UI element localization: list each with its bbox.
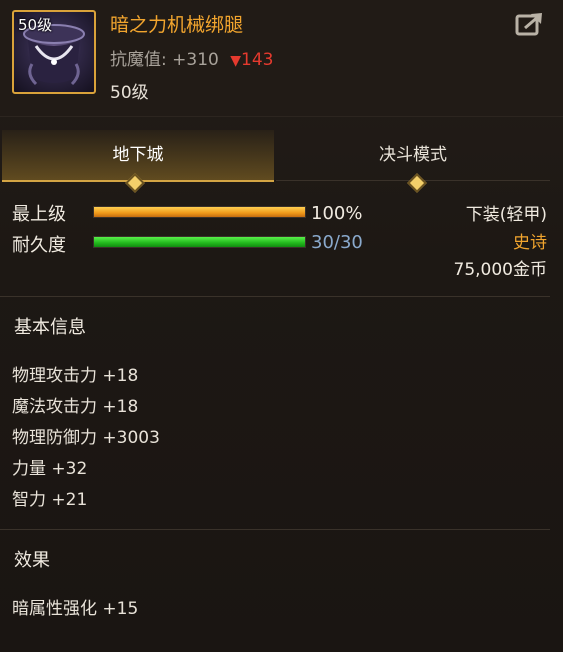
divider bbox=[0, 529, 550, 530]
share-icon bbox=[515, 13, 542, 36]
equip-rarity: 史诗 bbox=[513, 233, 547, 253]
effects-title: 效果 bbox=[14, 550, 50, 571]
down-arrow-icon: ▼ bbox=[230, 53, 242, 69]
resist-row: 抗魔值: +310 ▼143 bbox=[110, 45, 273, 70]
upgrade-bar-fill bbox=[94, 207, 305, 217]
divider bbox=[0, 296, 550, 297]
upgrade-label: 最上级 bbox=[12, 204, 66, 225]
share-button[interactable] bbox=[515, 10, 545, 38]
item-header: 50级 暗之力机械绑腿 抗魔值: +310 ▼143 50级 bbox=[0, 0, 563, 117]
attribute-line: 物理防御力 +3003 bbox=[12, 428, 160, 448]
durability-value: 30/30 bbox=[311, 232, 363, 253]
durability-bar bbox=[93, 236, 306, 248]
attribute-line: 魔法攻击力 +18 bbox=[12, 397, 139, 417]
resist-diff-value: 143 bbox=[241, 50, 274, 70]
upgrade-bar bbox=[93, 206, 306, 218]
item-icon[interactable]: 50级 bbox=[12, 10, 96, 94]
item-tooltip-panel: 50级 暗之力机械绑腿 抗魔值: +310 ▼143 50级 地下城 决斗模式 … bbox=[0, 0, 563, 652]
tab-dungeon[interactable]: 地下城 bbox=[2, 130, 274, 182]
durability-bar-fill bbox=[94, 237, 305, 247]
attribute-line: 物理攻击力 +18 bbox=[12, 366, 139, 386]
equip-type: 下装(轻甲) bbox=[465, 205, 547, 225]
basic-info-title: 基本信息 bbox=[14, 317, 86, 338]
effect-line: 暗属性强化 +15 bbox=[12, 599, 139, 619]
item-icon-level: 50级 bbox=[18, 16, 53, 34]
item-name: 暗之力机械绑腿 bbox=[110, 14, 244, 36]
upgrade-value: 100% bbox=[311, 203, 363, 224]
equip-price: 75,000金币 bbox=[453, 260, 547, 280]
resist-diff: ▼143 bbox=[230, 50, 273, 70]
resist-value: +310 bbox=[172, 50, 219, 70]
resist-label: 抗魔值: bbox=[110, 50, 167, 70]
durability-label: 耐久度 bbox=[12, 235, 66, 256]
tab-pvp[interactable]: 决斗模式 bbox=[276, 130, 550, 181]
item-level: 50级 bbox=[110, 83, 149, 103]
attribute-line: 力量 +32 bbox=[12, 459, 88, 479]
mode-tabs: 地下城 决斗模式 bbox=[0, 130, 563, 182]
attribute-line: 智力 +21 bbox=[12, 490, 88, 510]
